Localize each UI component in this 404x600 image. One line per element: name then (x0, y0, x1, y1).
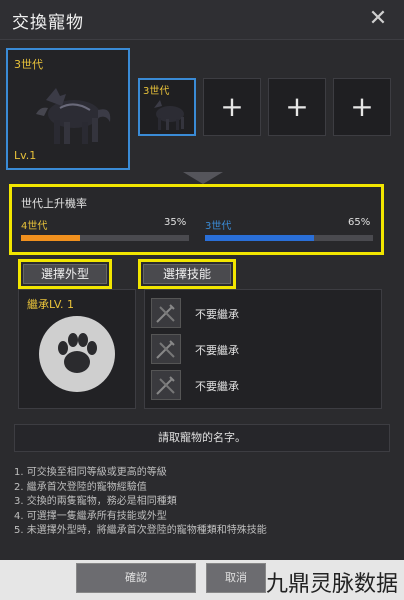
skill-text: 不要繼承 (195, 380, 239, 393)
rate-right-fill (205, 235, 315, 241)
secondary-pet-slot[interactable]: 3世代 (138, 78, 196, 136)
note-item: 3. 交換的兩隻寵物，務必是相同種類 (14, 496, 177, 507)
rate-left-fill (21, 235, 80, 241)
add-icon: + (220, 90, 244, 123)
sword-icon (151, 334, 181, 364)
inherit-skills-panel: 不要繼承 不要繼承 不要繼承 (144, 289, 382, 409)
rate-title: 世代上升機率 (21, 197, 87, 210)
sword-icon (151, 370, 181, 400)
inherit-level: 繼承LV. 1 (27, 298, 75, 311)
rate-left-percent: 35% (164, 217, 187, 228)
note-item: 2. 繼承首次登陸的寵物經驗值 (14, 481, 147, 493)
add-icon: + (285, 90, 309, 123)
main-pet-level: Lv.1 (14, 149, 37, 162)
skill-row[interactable]: 不要繼承 (151, 370, 375, 400)
main-pet-slot[interactable]: 3世代 Lv.1 (6, 48, 130, 170)
rate-left-bar (21, 235, 189, 241)
select-appearance-button[interactable]: 選擇外型 (18, 259, 112, 289)
sword-icon (151, 298, 181, 328)
select-appearance-label: 選擇外型 (23, 264, 107, 284)
skill-text: 不要繼承 (195, 344, 239, 357)
add-icon: + (350, 90, 374, 123)
skill-text: 不要繼承 (195, 308, 239, 321)
note-item: 1. 可交換至相同等級或更高的等級 (14, 467, 167, 478)
wolf-pet-icon (36, 88, 111, 144)
note-item: 4. 可選擇一隻繼承所有技能或外型 (14, 510, 167, 522)
rate-left-label: 4世代 (21, 221, 48, 232)
chevron-down-icon (183, 172, 223, 184)
empty-slot-3[interactable]: + (333, 78, 391, 136)
watermark: 九鼎灵脉数据 (265, 572, 398, 597)
note-item: 5. 未選擇外型時，將繼承首次登陸的寵物種類和特殊技能 (14, 525, 267, 536)
confirm-button[interactable]: 確認 (76, 563, 196, 593)
title-bar: 交換寵物 ✕ (0, 0, 404, 40)
close-icon[interactable]: ✕ (366, 6, 390, 32)
rate-right-bar (205, 235, 373, 241)
paw-icon (39, 316, 115, 392)
pet-name-input[interactable]: 請取寵物的名字。 (14, 424, 390, 452)
empty-slot-1[interactable]: + (203, 78, 261, 136)
generation-rate-panel: 世代上升機率 4世代 35% 3世代 65% (9, 184, 384, 255)
notes-list: 1. 可交換至相同等級或更高的等級 2. 繼承首次登陸的寵物經驗值 3. 交換的… (14, 466, 394, 539)
rate-right-label: 3世代 (205, 221, 232, 232)
wolf-pet-icon (154, 100, 184, 130)
empty-slot-2[interactable]: + (268, 78, 326, 136)
inherit-appearance-panel: 繼承LV. 1 (18, 289, 136, 409)
skill-row[interactable]: 不要繼承 (151, 298, 375, 328)
select-skills-label: 選擇技能 (143, 264, 231, 284)
rate-right-percent: 65% (348, 217, 371, 228)
window-title: 交換寵物 (12, 13, 84, 33)
select-skills-button[interactable]: 選擇技能 (138, 259, 236, 289)
cancel-button[interactable]: 取消 (206, 563, 266, 593)
skill-row[interactable]: 不要繼承 (151, 334, 375, 364)
